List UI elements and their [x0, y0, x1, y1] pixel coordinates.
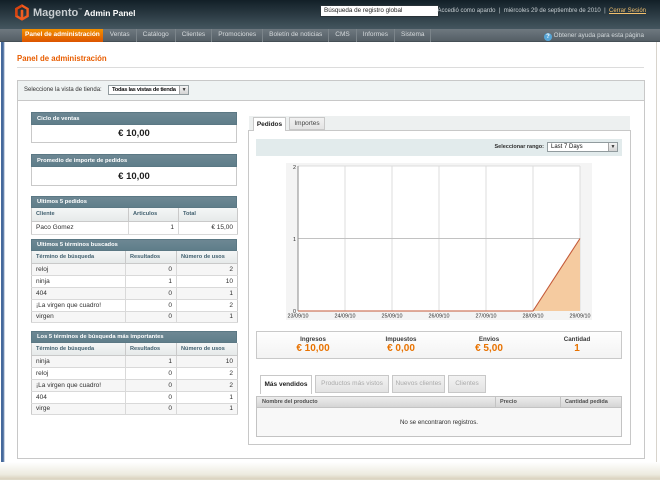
svg-text:27/09/10: 27/09/10: [476, 314, 497, 320]
svg-text:24/09/10: 24/09/10: [335, 314, 356, 320]
svg-text:26/09/10: 26/09/10: [429, 314, 450, 320]
svg-text:1: 1: [293, 237, 296, 243]
svg-text:2: 2: [293, 165, 296, 171]
svg-text:29/09/10: 29/09/10: [570, 314, 591, 320]
svg-text:23/09/10: 23/09/10: [288, 314, 309, 320]
svg-text:28/09/10: 28/09/10: [523, 314, 544, 320]
svg-text:25/09/10: 25/09/10: [382, 314, 403, 320]
